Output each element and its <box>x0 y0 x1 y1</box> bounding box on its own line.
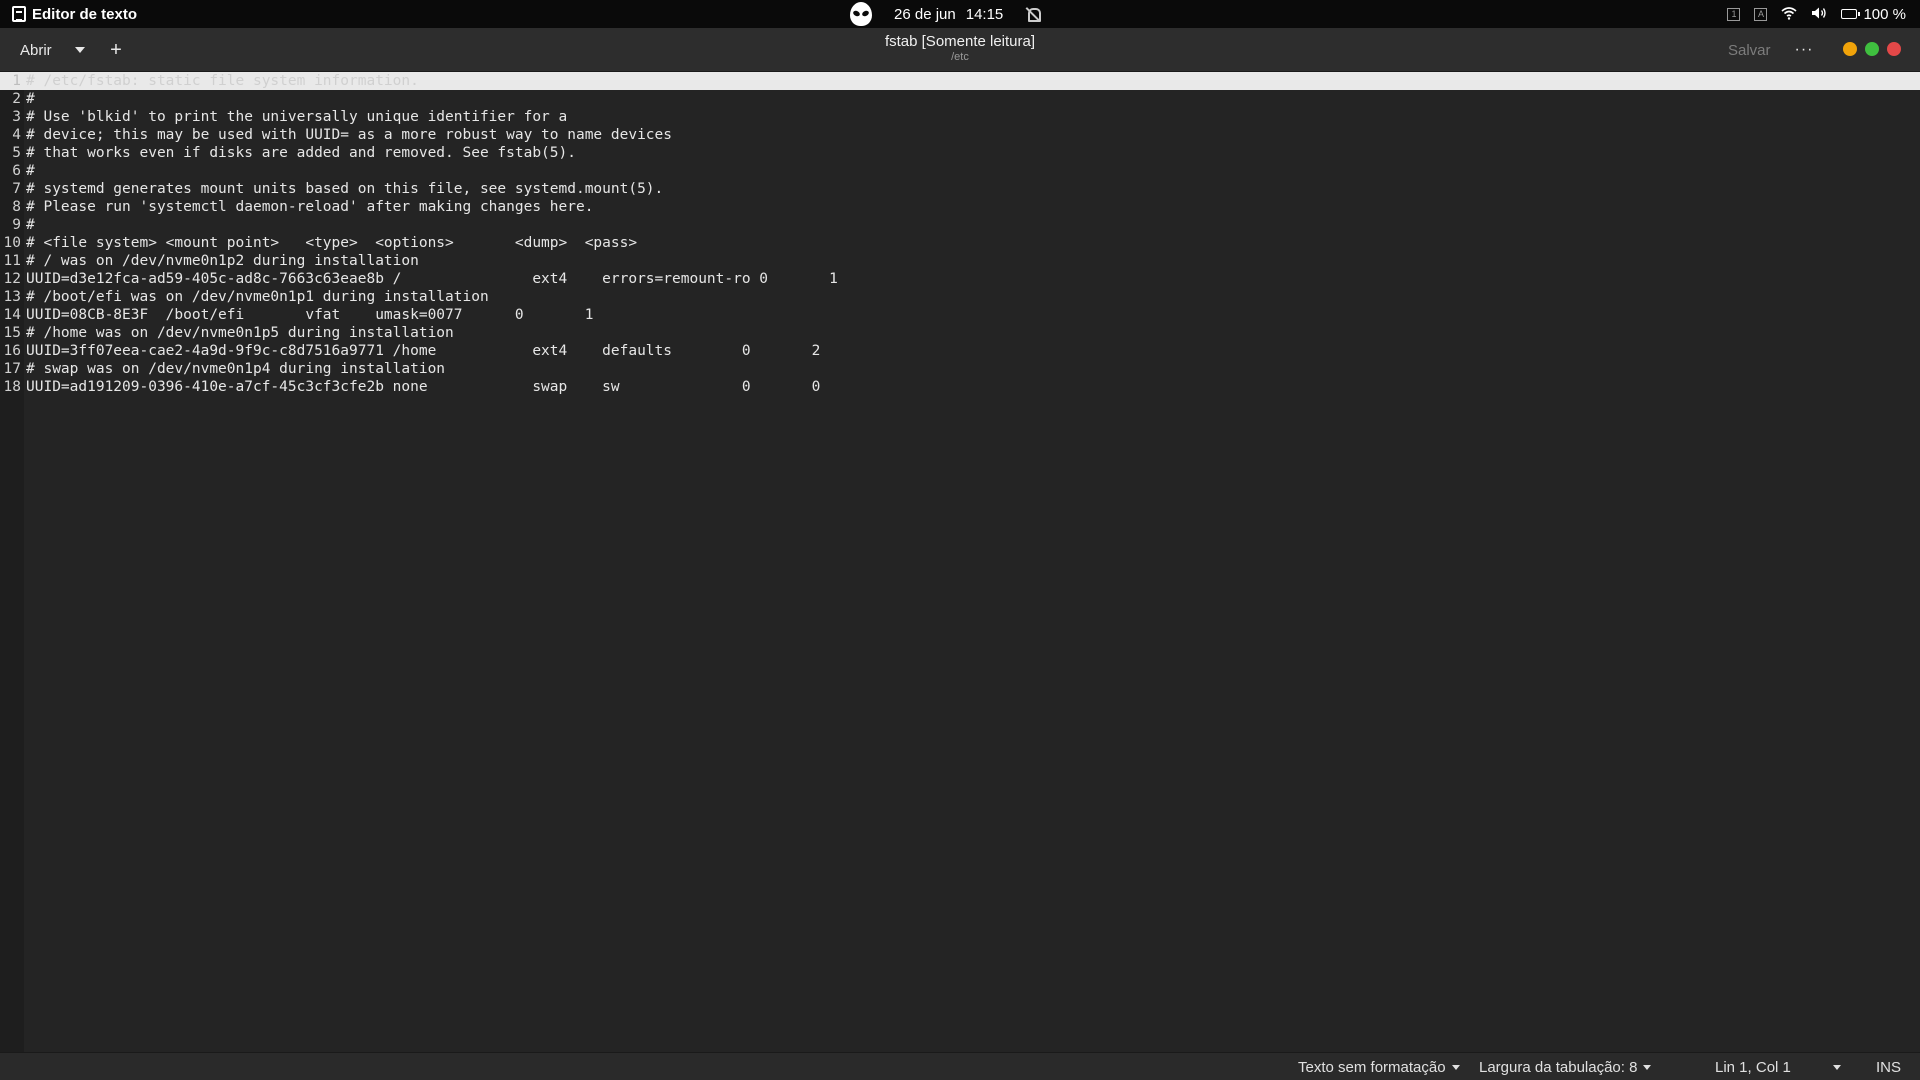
chevron-down-icon <box>1451 1064 1460 1070</box>
line-text[interactable]: UUID=ad191209-0396-410e-a7cf-45c3cf3cfe2… <box>26 378 820 396</box>
line-text[interactable]: # <file system> <mount point> <type> <op… <box>26 234 637 252</box>
line-text[interactable]: UUID=08CB-8E3F /boot/efi vfat umask=0077… <box>26 306 593 324</box>
workspace-indicator-icon[interactable]: 1 <box>1727 7 1741 21</box>
line-text[interactable]: # <box>26 162 35 180</box>
code-line[interactable]: 12 UUID=d3e12fca-ad59-405c-ad8c-7663c63ea… <box>0 270 1920 288</box>
line-number: 12 <box>3 271 21 287</box>
code-line[interactable]: 6 # <box>0 162 1920 180</box>
tab-width-label: Largura da tabulação: 8 <box>1479 1058 1638 1076</box>
code-line[interactable]: 11 # / was on /dev/nvme0n1p2 during insta… <box>0 252 1920 270</box>
window-title: fstab [Somente leitura] /etc <box>760 33 1160 63</box>
code-line[interactable]: 7 # systemd generates mount units based o… <box>0 180 1920 198</box>
line-number: 3 <box>12 109 21 125</box>
window-headerbar: Abrir + fstab [Somente leitura] /etc Sal… <box>0 28 1920 72</box>
battery-percent: 100 % <box>1863 5 1906 23</box>
wifi-icon[interactable] <box>1781 6 1797 23</box>
code-line[interactable]: 3 # Use 'blkid' to print the universally … <box>0 108 1920 126</box>
insert-mode-indicator: INS <box>1876 1058 1902 1076</box>
line-text[interactable]: # / was on /dev/nvme0n1p2 during install… <box>26 252 419 270</box>
alien-logo-icon[interactable] <box>850 2 872 26</box>
line-text[interactable]: # /boot/efi was on /dev/nvme0n1p1 during… <box>26 288 489 306</box>
code-line[interactable]: 17 # swap was on /dev/nvme0n1p4 during in… <box>0 360 1920 378</box>
cursor-position[interactable]: Lin 1, Col 1 <box>1715 1053 1791 1080</box>
code-line[interactable]: 1 # /etc/fstab: static file system inform… <box>0 72 1920 90</box>
line-text[interactable]: # that works even if disks are added and… <box>26 144 576 162</box>
line-text[interactable]: UUID=d3e12fca-ad59-405c-ad8c-7663c63eae8… <box>26 270 838 288</box>
chevron-down-icon <box>75 47 85 53</box>
line-text[interactable]: # swap was on /dev/nvme0n1p4 during inst… <box>26 360 445 378</box>
text-view[interactable]: 1 # /etc/fstab: static file system inform… <box>0 72 1920 1052</box>
notifications-off-icon[interactable] <box>1025 6 1042 22</box>
line-text[interactable]: # systemd generates mount units based on… <box>26 180 663 198</box>
clock[interactable]: 26 de jun 14:15 <box>894 6 1003 23</box>
line-number: 5 <box>12 145 21 161</box>
time-label: 14:15 <box>965 5 1004 23</box>
app-menu[interactable]: Editor de texto <box>12 0 137 28</box>
line-number: 7 <box>12 181 21 197</box>
open-recent-menu-button[interactable] <box>70 34 90 66</box>
document-path: /etc <box>951 51 969 63</box>
code-line[interactable]: 10 # <file system> <mount point> <type> <… <box>0 234 1920 252</box>
date-label: 26 de jun <box>894 5 956 23</box>
line-number: 16 <box>3 343 21 359</box>
keyboard-layout-icon[interactable]: A <box>1754 7 1768 21</box>
line-text[interactable]: # <box>26 90 35 108</box>
chevron-down-icon <box>1833 1064 1841 1070</box>
line-number: 18 <box>3 379 21 395</box>
line-number: 14 <box>3 307 21 323</box>
volume-icon[interactable] <box>1811 6 1827 23</box>
line-text[interactable]: UUID=3ff07eea-cae2-4a9d-9f9c-c8d7516a977… <box>26 342 820 360</box>
line-number: 13 <box>3 289 21 305</box>
code-line[interactable]: 4 # device; this may be used with UUID= a… <box>0 126 1920 144</box>
system-tray[interactable]: 1 A 100 % <box>1727 0 1906 28</box>
code-line[interactable]: 9 # <box>0 216 1920 234</box>
code-line[interactable]: 14 UUID=08CB-8E3F /boot/efi vfat umask=00… <box>0 306 1920 324</box>
save-button[interactable]: Salvar <box>1716 34 1783 66</box>
line-text[interactable]: # /home was on /dev/nvme0n1p5 during ins… <box>26 324 454 342</box>
line-text[interactable]: # <box>26 216 35 234</box>
status-bar: Texto sem formatação Largura da tabulaçã… <box>0 1052 1920 1080</box>
text-editor-icon <box>12 6 26 22</box>
line-text[interactable]: # /etc/fstab: static file system informa… <box>26 72 419 90</box>
system-top-bar: Editor de texto 26 de jun 14:15 1 A 100 … <box>0 0 1920 28</box>
cursor-position-menu-button[interactable] <box>1833 1053 1841 1080</box>
syntax-language-select[interactable]: Texto sem formatação <box>1298 1053 1460 1080</box>
open-button[interactable]: Abrir <box>8 34 64 66</box>
line-text[interactable]: # Use 'blkid' to print the universally u… <box>26 108 567 126</box>
code-line[interactable]: 18 UUID=ad191209-0396-410e-a7cf-45c3cf3cf… <box>0 378 1920 396</box>
code-line[interactable]: 15 # /home was on /dev/nvme0n1p5 during i… <box>0 324 1920 342</box>
app-name: Editor de texto <box>32 5 138 23</box>
line-number: 11 <box>3 253 21 269</box>
code-line[interactable]: 8 # Please run 'systemctl daemon-reload' … <box>0 198 1920 216</box>
plus-icon: + <box>110 38 122 61</box>
battery-icon <box>1841 9 1861 19</box>
line-number: 1 <box>12 73 21 89</box>
tab-width-select[interactable]: Largura da tabulação: 8 <box>1479 1053 1652 1080</box>
code-line[interactable]: 5 # that works even if disks are added an… <box>0 144 1920 162</box>
close-button[interactable] <box>1887 42 1901 56</box>
battery-indicator[interactable]: 100 % <box>1841 6 1906 23</box>
line-text[interactable]: # device; this may be used with UUID= as… <box>26 126 672 144</box>
line-number: 2 <box>12 91 21 107</box>
line-number: 15 <box>3 325 21 341</box>
cursor-position-label: Lin 1, Col 1 <box>1715 1058 1791 1076</box>
line-number: 4 <box>12 127 21 143</box>
document-title: fstab [Somente leitura] <box>884 33 1036 50</box>
chevron-down-icon <box>1643 1064 1652 1070</box>
syntax-label: Texto sem formatação <box>1298 1058 1446 1076</box>
maximize-button[interactable] <box>1865 42 1879 56</box>
line-number: 10 <box>3 235 21 251</box>
code-line[interactable]: 16 UUID=3ff07eea-cae2-4a9d-9f9c-c8d7516a9… <box>0 342 1920 360</box>
minimize-button[interactable] <box>1843 42 1857 56</box>
line-number: 17 <box>3 361 21 377</box>
code-line[interactable]: 2 # <box>0 90 1920 108</box>
new-document-button[interactable]: + <box>104 34 128 66</box>
line-text[interactable]: # Please run 'systemctl daemon-reload' a… <box>26 198 593 216</box>
line-number: 6 <box>12 163 21 179</box>
line-number: 8 <box>12 199 21 215</box>
line-number: 9 <box>12 217 21 233</box>
code-line[interactable]: 13 # /boot/efi was on /dev/nvme0n1p1 duri… <box>0 288 1920 306</box>
more-options-button[interactable]: ··· <box>1790 34 1818 66</box>
clock-area[interactable]: 26 de jun 14:15 <box>850 0 1042 28</box>
